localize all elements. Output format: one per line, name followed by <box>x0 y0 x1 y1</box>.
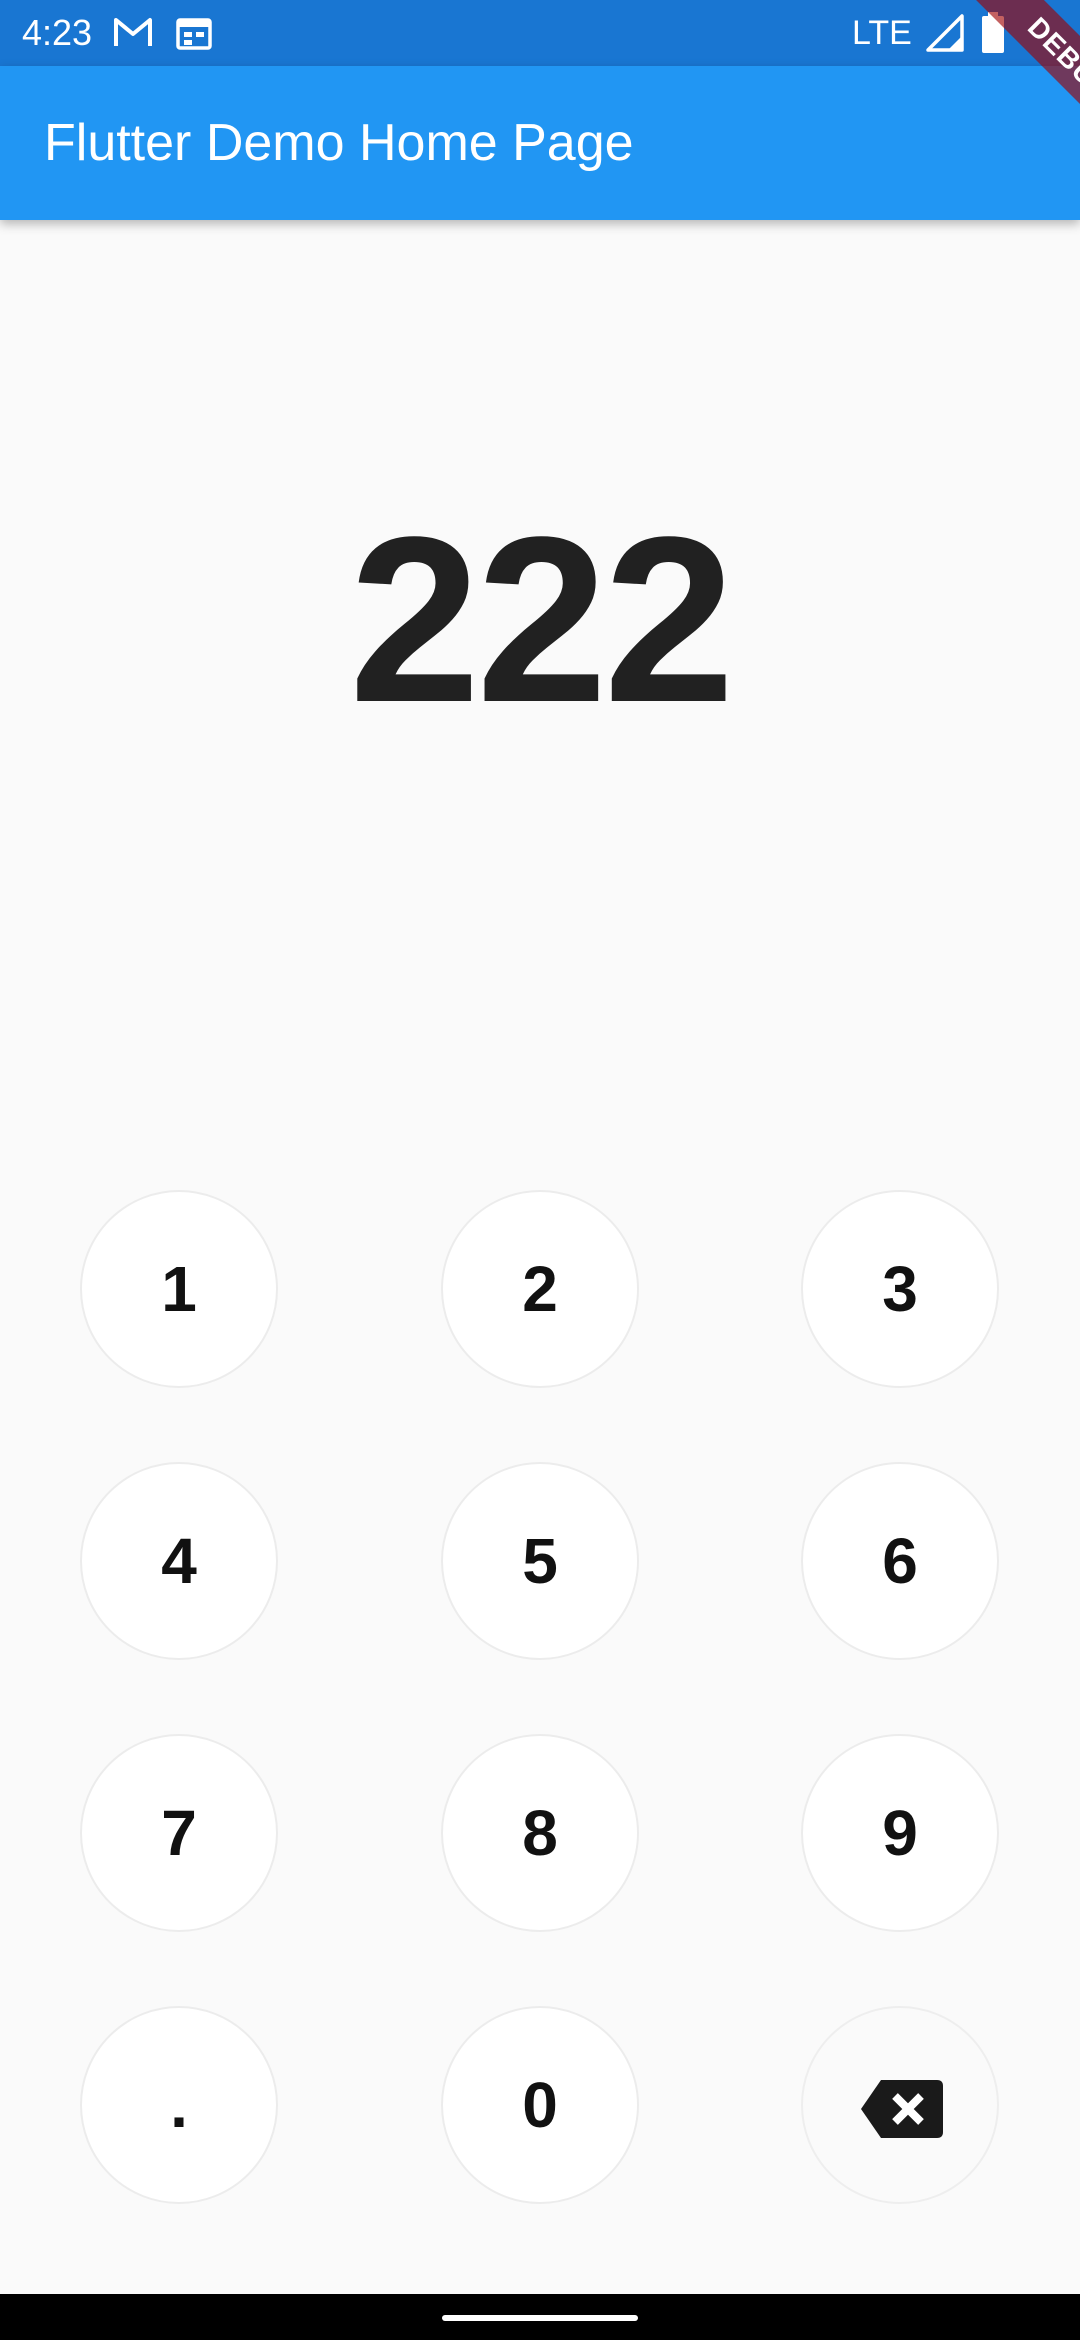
key-6[interactable]: 6 <box>801 1462 999 1660</box>
key-5[interactable]: 5 <box>441 1462 639 1660</box>
navigation-bar <box>0 2294 1080 2340</box>
key-3[interactable]: 3 <box>801 1190 999 1388</box>
key-2[interactable]: 2 <box>441 1190 639 1388</box>
key-4[interactable]: 4 <box>80 1462 278 1660</box>
backspace-button[interactable] <box>801 2006 999 2204</box>
key-0[interactable]: 0 <box>441 2006 639 2204</box>
home-gesture-handle[interactable] <box>442 2315 638 2321</box>
backspace-icon <box>861 2080 943 2138</box>
app-bar: Flutter Demo Home Page <box>0 66 1080 220</box>
keypad: 1 2 3 4 5 6 7 8 9 . 0 <box>0 0 1080 2340</box>
app-title: Flutter Demo Home Page <box>44 114 634 172</box>
key-decimal[interactable]: . <box>80 2006 278 2204</box>
key-9[interactable]: 9 <box>801 1734 999 1932</box>
key-8[interactable]: 8 <box>441 1734 639 1932</box>
key-1[interactable]: 1 <box>80 1190 278 1388</box>
key-7[interactable]: 7 <box>80 1734 278 1932</box>
